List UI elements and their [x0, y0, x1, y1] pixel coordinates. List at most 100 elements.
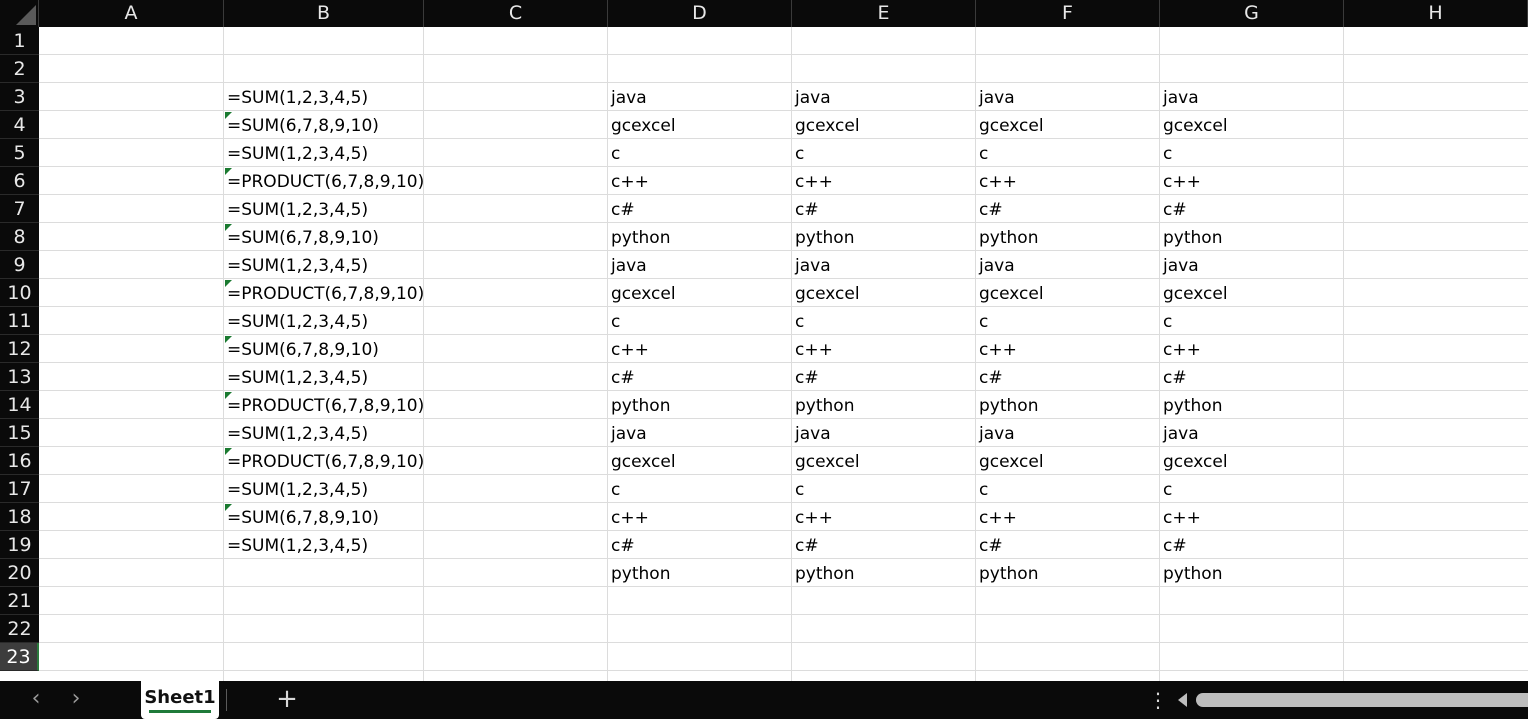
cell-f10[interactable]: gcexcel [976, 279, 1160, 307]
cell-g11[interactable]: c [1160, 307, 1344, 335]
cell-e8[interactable]: python [792, 223, 976, 251]
scroll-left-arrow-icon[interactable] [1178, 693, 1187, 707]
column-header-d[interactable]: D [608, 0, 792, 27]
add-sheet-button[interactable]: + [272, 681, 302, 719]
row-header-14[interactable]: 14 [0, 391, 39, 419]
cell-e3[interactable]: java [792, 83, 976, 111]
cell-b19[interactable]: =SUM(1,2,3,4,5) [224, 531, 424, 559]
cell-g19[interactable]: c# [1160, 531, 1344, 559]
cell-g5[interactable]: c [1160, 139, 1344, 167]
cell-g7[interactable]: c# [1160, 195, 1344, 223]
sheet-tab-sheet1[interactable]: Sheet1 [141, 681, 219, 719]
row-header-15[interactable]: 15 [0, 419, 39, 447]
cell-g15[interactable]: java [1160, 419, 1344, 447]
cell-f3[interactable]: java [976, 83, 1160, 111]
row-header-3[interactable]: 3 [0, 83, 39, 111]
cell-b16[interactable]: =PRODUCT(6,7,8,9,10) [224, 447, 424, 475]
cell-d3[interactable]: java [608, 83, 792, 111]
column-header-f[interactable]: F [976, 0, 1160, 27]
cell-b9[interactable]: =SUM(1,2,3,4,5) [224, 251, 424, 279]
row-header-21[interactable]: 21 [0, 587, 39, 615]
row-header-6[interactable]: 6 [0, 167, 39, 195]
cell-d14[interactable]: python [608, 391, 792, 419]
cell-g18[interactable]: c++ [1160, 503, 1344, 531]
cell-e17[interactable]: c [792, 475, 976, 503]
row-header-11[interactable]: 11 [0, 307, 39, 335]
cell-g16[interactable]: gcexcel [1160, 447, 1344, 475]
column-header-a[interactable]: A [39, 0, 224, 27]
cell-g10[interactable]: gcexcel [1160, 279, 1344, 307]
cell-g6[interactable]: c++ [1160, 167, 1344, 195]
cell-d12[interactable]: c++ [608, 335, 792, 363]
cell-d17[interactable]: c [608, 475, 792, 503]
cell-g13[interactable]: c# [1160, 363, 1344, 391]
cell-e6[interactable]: c++ [792, 167, 976, 195]
cell-e15[interactable]: java [792, 419, 976, 447]
cell-d11[interactable]: c [608, 307, 792, 335]
row-header-8[interactable]: 8 [0, 223, 39, 251]
cell-e7[interactable]: c# [792, 195, 976, 223]
row-header-16[interactable]: 16 [0, 447, 39, 475]
row-header-5[interactable]: 5 [0, 139, 39, 167]
column-header-e[interactable]: E [792, 0, 976, 27]
cell-d8[interactable]: python [608, 223, 792, 251]
cell-b18[interactable]: =SUM(6,7,8,9,10) [224, 503, 424, 531]
cell-f6[interactable]: c++ [976, 167, 1160, 195]
cell-d15[interactable]: java [608, 419, 792, 447]
cell-e16[interactable]: gcexcel [792, 447, 976, 475]
cell-e11[interactable]: c [792, 307, 976, 335]
cell-b10[interactable]: =PRODUCT(6,7,8,9,10) [224, 279, 424, 307]
cell-b15[interactable]: =SUM(1,2,3,4,5) [224, 419, 424, 447]
row-header-4[interactable]: 4 [0, 111, 39, 139]
cell-b4[interactable]: =SUM(6,7,8,9,10) [224, 111, 424, 139]
cell-e20[interactable]: python [792, 559, 976, 587]
column-header-g[interactable]: G [1160, 0, 1344, 27]
cell-e18[interactable]: c++ [792, 503, 976, 531]
cell-f16[interactable]: gcexcel [976, 447, 1160, 475]
cell-e13[interactable]: c# [792, 363, 976, 391]
more-options-button[interactable]: ⋮ [1148, 681, 1168, 719]
cell-e14[interactable]: python [792, 391, 976, 419]
select-all-corner[interactable] [0, 0, 39, 27]
cell-e5[interactable]: c [792, 139, 976, 167]
cell-f15[interactable]: java [976, 419, 1160, 447]
row-header-19[interactable]: 19 [0, 531, 39, 559]
row-header-23[interactable]: 23 [0, 643, 39, 671]
cell-b8[interactable]: =SUM(6,7,8,9,10) [224, 223, 424, 251]
cell-d16[interactable]: gcexcel [608, 447, 792, 475]
spreadsheet-grid[interactable]: A B C D E F G H 1 2 3 4 5 6 7 8 9 10 11 12 13 14 15 16 17 18 19 20 2… [0, 0, 1528, 681]
cell-g8[interactable]: python [1160, 223, 1344, 251]
row-header-18[interactable]: 18 [0, 503, 39, 531]
column-header-h[interactable]: H [1344, 0, 1528, 27]
cell-f9[interactable]: java [976, 251, 1160, 279]
cell-d7[interactable]: c# [608, 195, 792, 223]
cell-d10[interactable]: gcexcel [608, 279, 792, 307]
cell-f8[interactable]: python [976, 223, 1160, 251]
cell-f14[interactable]: python [976, 391, 1160, 419]
cell-g12[interactable]: c++ [1160, 335, 1344, 363]
cell-f12[interactable]: c++ [976, 335, 1160, 363]
row-header-10[interactable]: 10 [0, 279, 39, 307]
cell-e10[interactable]: gcexcel [792, 279, 976, 307]
cell-e4[interactable]: gcexcel [792, 111, 976, 139]
column-header-b[interactable]: B [224, 0, 424, 27]
cell-f13[interactable]: c# [976, 363, 1160, 391]
cell-f17[interactable]: c [976, 475, 1160, 503]
next-sheet-button[interactable]: › [61, 681, 91, 719]
cell-f18[interactable]: c++ [976, 503, 1160, 531]
cell-b3[interactable]: =SUM(1,2,3,4,5) [224, 83, 424, 111]
cell-f5[interactable]: c [976, 139, 1160, 167]
cell-b17[interactable]: =SUM(1,2,3,4,5) [224, 475, 424, 503]
cell-e12[interactable]: c++ [792, 335, 976, 363]
row-header-7[interactable]: 7 [0, 195, 39, 223]
row-header-20[interactable]: 20 [0, 559, 39, 587]
column-header-c[interactable]: C [424, 0, 608, 27]
row-header-13[interactable]: 13 [0, 363, 39, 391]
cell-g3[interactable]: java [1160, 83, 1344, 111]
cell-b13[interactable]: =SUM(1,2,3,4,5) [224, 363, 424, 391]
cell-b6[interactable]: =PRODUCT(6,7,8,9,10) [224, 167, 424, 195]
cell-f4[interactable]: gcexcel [976, 111, 1160, 139]
row-header-2[interactable]: 2 [0, 55, 39, 83]
prev-sheet-button[interactable]: ‹ [21, 681, 51, 719]
cell-f11[interactable]: c [976, 307, 1160, 335]
